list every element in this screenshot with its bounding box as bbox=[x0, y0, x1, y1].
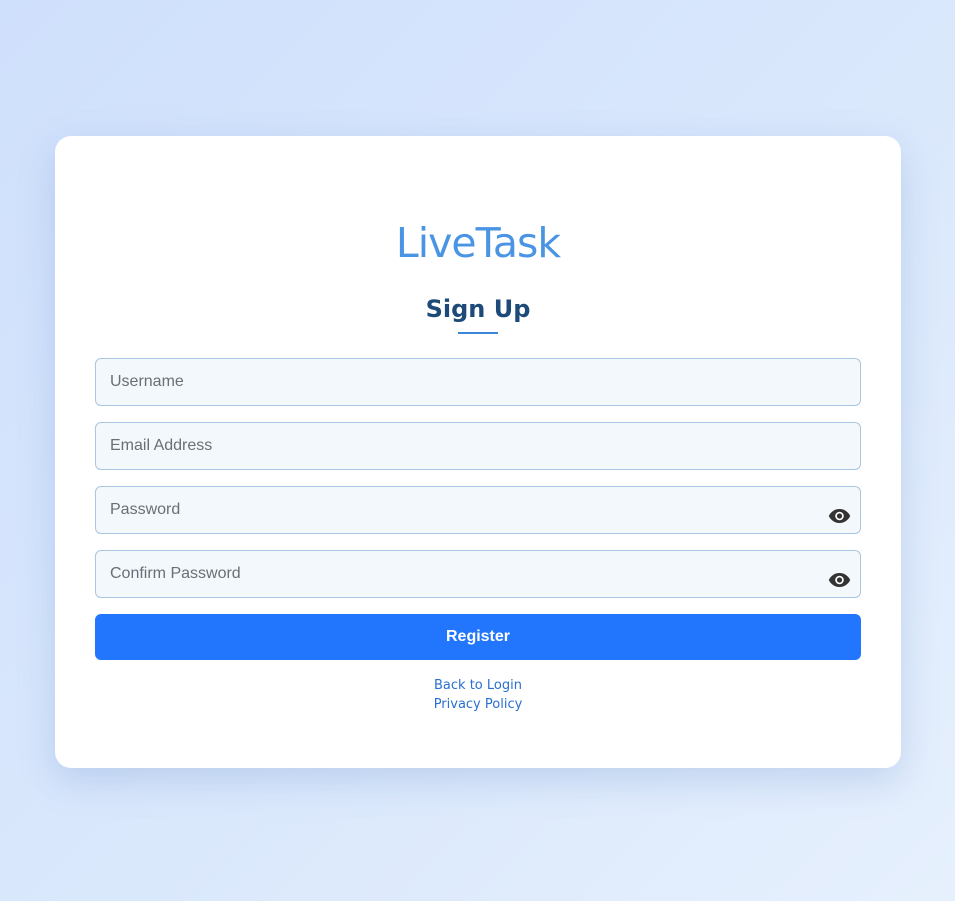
register-button[interactable]: Register bbox=[95, 614, 861, 660]
footer-links: Back to Login Privacy Policy bbox=[55, 676, 901, 714]
confirm-password-field-wrapper bbox=[95, 550, 861, 598]
signup-card: LiveTask Sign Up Register Back to bbox=[55, 136, 901, 768]
page-title: Sign Up bbox=[425, 295, 531, 323]
username-input[interactable] bbox=[95, 358, 861, 406]
eye-icon[interactable] bbox=[827, 570, 851, 590]
eye-icon[interactable] bbox=[827, 506, 851, 526]
password-input[interactable] bbox=[95, 486, 861, 534]
privacy-policy-link[interactable]: Privacy Policy bbox=[55, 695, 901, 714]
username-field-wrapper bbox=[95, 358, 861, 406]
confirm-password-input[interactable] bbox=[95, 550, 861, 598]
email-field-wrapper bbox=[95, 422, 861, 470]
app-logo: LiveTask bbox=[395, 219, 561, 267]
back-to-login-link[interactable]: Back to Login bbox=[55, 676, 901, 695]
email-input[interactable] bbox=[95, 422, 861, 470]
title-underline bbox=[458, 332, 498, 334]
password-field-wrapper bbox=[95, 486, 861, 534]
